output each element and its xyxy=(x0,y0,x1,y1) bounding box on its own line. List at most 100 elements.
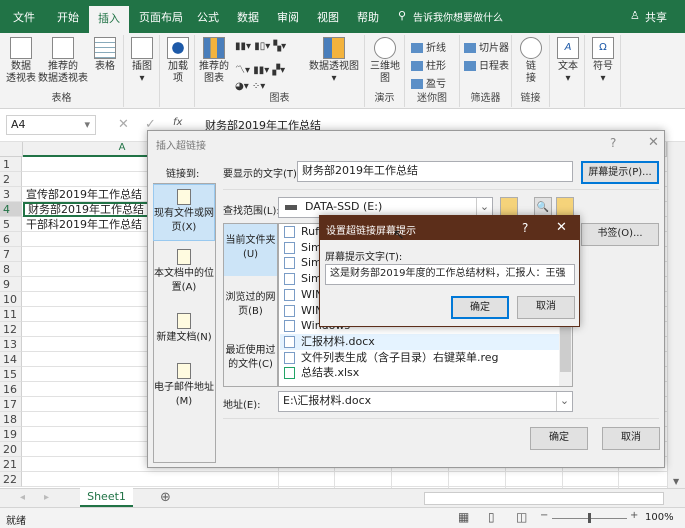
symbols-button[interactable]: Ω 符号 ▾ xyxy=(589,37,617,85)
row-header-2[interactable]: 2 xyxy=(0,172,22,187)
screentip-ok-button[interactable]: 确定 xyxy=(451,296,509,319)
row-header-6[interactable]: 6 xyxy=(0,232,22,247)
row-header-16[interactable]: 16 xyxy=(0,382,22,397)
display-text-input[interactable]: 财务部2019年工作总结 xyxy=(297,161,573,182)
ok-button[interactable]: 确定 xyxy=(530,427,588,450)
chevron-down-icon[interactable]: ⌄ xyxy=(556,392,572,411)
scroll-down-icon[interactable]: ▼ xyxy=(673,477,679,486)
select-all-corner[interactable] xyxy=(0,142,23,157)
normal-view-icon[interactable]: ▦ xyxy=(458,510,469,524)
tab-help[interactable]: 帮助 xyxy=(357,9,379,25)
row-header-13[interactable]: 13 xyxy=(0,337,22,352)
browse-current-folder[interactable]: 当前文件夹(U) xyxy=(224,224,277,276)
cancel-icon[interactable]: ✕ xyxy=(118,117,129,132)
browse-browsed-pages[interactable]: 浏览过的网页(B) xyxy=(224,291,277,319)
tab-home[interactable]: 开始 xyxy=(57,9,79,25)
next-sheet-icon[interactable]: ▸ xyxy=(44,492,49,503)
row-header-10[interactable]: 10 xyxy=(0,292,22,307)
text-button[interactable]: A 文本 ▾ xyxy=(554,37,582,85)
tell-me-search[interactable]: 告诉我你想要做什么 xyxy=(413,9,503,24)
illustrations-button[interactable]: 插图 ▾ xyxy=(128,37,156,85)
close-button[interactable]: ✕ xyxy=(556,220,567,235)
sparkline-line-button[interactable]: 折线 xyxy=(411,39,446,54)
zoom-slider-thumb[interactable] xyxy=(588,513,591,523)
browse-recent-files[interactable]: 最近使用过的文件(C) xyxy=(224,344,277,372)
3d-map-button[interactable]: 三维地 图 xyxy=(368,37,402,85)
page-layout-view-icon[interactable]: ▯ xyxy=(488,510,495,524)
browse-web-icon[interactable]: 🔍 xyxy=(534,197,552,217)
horizontal-scrollbar[interactable] xyxy=(424,492,664,505)
tab-insert[interactable]: 插入 xyxy=(89,6,129,33)
name-box[interactable]: A4 ▾ xyxy=(6,115,96,135)
file-item[interactable]: 汇报材料.docx xyxy=(280,333,560,350)
row-header-15[interactable]: 15 xyxy=(0,367,22,382)
add-sheet-icon[interactable]: ⊕ xyxy=(160,490,171,505)
close-button[interactable]: ✕ xyxy=(648,135,659,150)
row-header-20[interactable]: 20 xyxy=(0,442,22,457)
sheet-tab-sheet1[interactable]: Sheet1 xyxy=(80,488,133,507)
zoom-in-icon[interactable]: + xyxy=(630,510,638,521)
tab-review[interactable]: 审阅 xyxy=(277,9,299,25)
row-header-7[interactable]: 7 xyxy=(0,247,22,262)
screentip-cancel-button[interactable]: 取消 xyxy=(517,296,575,319)
sparkline-column-button[interactable]: 柱形 xyxy=(411,57,446,72)
zoom-slider[interactable] xyxy=(552,513,627,523)
table-button[interactable]: 表格 xyxy=(90,37,120,73)
row-header-11[interactable]: 11 xyxy=(0,307,22,322)
screentip-text-input[interactable]: 这是财务部2019年度的工作总结材料，汇报人：王强 xyxy=(325,264,575,285)
bookmark-button[interactable]: 书签(O)... xyxy=(581,223,659,246)
cell-a3[interactable]: 宣传部2019年工作总结 xyxy=(23,187,142,202)
link-type-place-in-document[interactable]: 本文档中的位置(A) xyxy=(153,249,215,295)
column-chart-icon[interactable]: ▮▮▾ ▮▯▾ ▚▾ xyxy=(235,41,286,52)
row-header-5[interactable]: 5 xyxy=(0,217,22,232)
vertical-scrollbar[interactable]: ▼ xyxy=(667,142,685,488)
recommended-pivot-button[interactable]: 推荐的 数据透视表 xyxy=(38,37,88,85)
row-header-4[interactable]: 4 xyxy=(0,202,22,217)
file-item[interactable]: 总结表.xlsx xyxy=(280,365,560,381)
link-type-existing-file[interactable]: 现有文件或网页(X) xyxy=(153,184,215,241)
page-break-view-icon[interactable]: ◫ xyxy=(516,510,527,524)
screentip-button[interactable]: 屏幕提示(P)... xyxy=(581,161,659,184)
row-header-1[interactable]: 1 xyxy=(0,157,22,172)
address-input[interactable]: E:\汇报材料.docx ⌄ xyxy=(278,391,573,412)
help-button[interactable]: ? xyxy=(522,221,528,235)
link-button[interactable]: 链 接 xyxy=(517,37,545,85)
pivot-chart-button[interactable]: 数据透视图 ▾ xyxy=(305,37,363,85)
row-header-14[interactable]: 14 xyxy=(0,352,22,367)
recommended-charts-button[interactable]: 推荐的 图表 xyxy=(197,37,231,85)
row-header-21[interactable]: 21 xyxy=(0,457,22,472)
help-button[interactable]: ? xyxy=(610,136,616,150)
line-chart-icon[interactable]: 〽▾ ▮▮▾ ▞▾ xyxy=(235,61,285,76)
cell-a5[interactable]: 干部科2019年工作总结 xyxy=(23,217,142,232)
cancel-button[interactable]: 取消 xyxy=(602,427,660,450)
tab-data[interactable]: 数据 xyxy=(237,9,259,25)
screentip-title-bar[interactable]: 设置超链接屏幕提示 ? ✕ xyxy=(320,216,579,240)
up-folder-button[interactable] xyxy=(500,197,518,217)
zoom-out-icon[interactable]: − xyxy=(540,510,548,521)
fx-icon[interactable]: fx xyxy=(173,117,182,128)
share-button[interactable]: 共享 xyxy=(645,9,667,25)
chevron-down-icon[interactable]: ▾ xyxy=(84,116,90,134)
row-header-18[interactable]: 18 xyxy=(0,412,22,427)
row-header-9[interactable]: 9 xyxy=(0,277,22,292)
tab-formulas[interactable]: 公式 xyxy=(197,9,219,25)
row-header-17[interactable]: 17 xyxy=(0,397,22,412)
row-header-12[interactable]: 12 xyxy=(0,322,22,337)
search-icon[interactable]: ⚲ xyxy=(398,9,406,22)
link-type-new-document[interactable]: 新建文档(N) xyxy=(153,313,215,345)
file-item[interactable]: 文件列表生成（含子目录）右键菜单.reg xyxy=(280,350,560,366)
tab-view[interactable]: 视图 xyxy=(317,9,339,25)
pivot-table-button[interactable]: 数据 透视表 xyxy=(4,37,38,85)
tab-file[interactable]: 文件 xyxy=(13,9,35,25)
sparkline-winloss-button[interactable]: 盈亏 xyxy=(411,75,446,90)
browse-file-button[interactable] xyxy=(556,197,574,217)
timeline-button[interactable]: 日程表 xyxy=(464,57,509,72)
slicer-button[interactable]: 切片器 xyxy=(464,39,509,54)
row-header-3[interactable]: 3 xyxy=(0,187,22,202)
addins-button[interactable]: 加载 项 xyxy=(164,37,192,85)
row-header-22[interactable]: 22 xyxy=(0,472,22,487)
row-header-8[interactable]: 8 xyxy=(0,262,22,277)
zoom-level[interactable]: 100% xyxy=(645,512,674,523)
link-type-email[interactable]: 电子邮件地址(M) xyxy=(153,363,215,409)
tab-page-layout[interactable]: 页面布局 xyxy=(139,9,183,25)
